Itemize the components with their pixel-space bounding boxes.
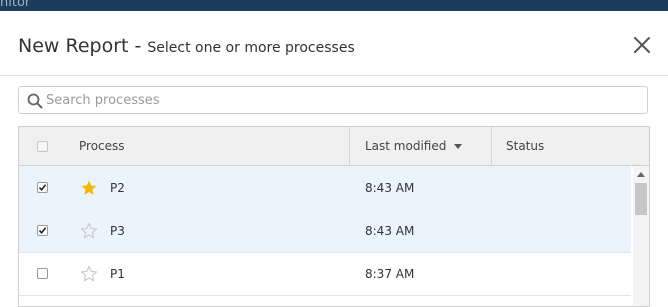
last-modified: 8:43 AM xyxy=(365,181,415,195)
search-icon xyxy=(27,93,43,109)
column-header-status[interactable]: Status xyxy=(506,139,544,153)
row-checkbox[interactable] xyxy=(37,182,48,193)
dialog-title-separator: - xyxy=(128,35,148,57)
dialog-subtitle: Select one or more processes xyxy=(147,40,355,56)
star-outline-icon[interactable] xyxy=(80,265,98,283)
close-icon xyxy=(634,37,650,53)
app-title-fragment: nitor xyxy=(0,0,31,10)
row-checkbox[interactable] xyxy=(37,225,48,236)
last-modified: 8:43 AM xyxy=(365,224,415,238)
column-divider xyxy=(491,127,492,165)
column-divider xyxy=(349,127,350,165)
app-top-bar: nitor xyxy=(0,0,668,11)
star-outline-icon[interactable] xyxy=(80,222,98,240)
select-all-checkbox[interactable] xyxy=(37,141,48,152)
column-header-process[interactable]: Process xyxy=(79,139,125,153)
table-row[interactable]: P2 8:43 AM xyxy=(19,166,631,210)
dialog-header: New Report - Select one or more processe… xyxy=(0,11,668,76)
table-scrollbar[interactable] xyxy=(633,166,649,306)
sort-descending-icon xyxy=(454,143,463,149)
close-button[interactable] xyxy=(630,33,654,57)
last-modified: 8:37 AM xyxy=(365,267,415,281)
dialog-title-main: New Report xyxy=(18,35,129,57)
row-checkbox[interactable] xyxy=(37,268,48,279)
column-header-last-modified-label: Last modified xyxy=(365,139,447,153)
process-name: P2 xyxy=(110,181,125,195)
new-report-dialog: New Report - Select one or more processe… xyxy=(0,11,668,307)
table-row[interactable]: P1 8:37 AM xyxy=(19,252,631,296)
process-name: P3 xyxy=(110,224,125,238)
checkmark-icon xyxy=(38,227,47,235)
scroll-up-arrow-icon[interactable] xyxy=(637,172,645,178)
scrollbar-thumb[interactable] xyxy=(635,183,647,215)
dialog-title: New Report - Select one or more processe… xyxy=(18,35,355,57)
search-box[interactable] xyxy=(18,86,648,114)
star-filled-icon[interactable] xyxy=(80,179,98,197)
checkmark-icon xyxy=(38,184,47,192)
table-row[interactable]: P3 8:43 AM xyxy=(19,209,631,253)
process-name: P1 xyxy=(110,267,125,281)
process-table: Process Last modified Status P2 8:43 AM … xyxy=(18,126,650,307)
table-header: Process Last modified Status xyxy=(19,127,649,166)
search-input[interactable] xyxy=(46,90,636,110)
column-header-last-modified[interactable]: Last modified xyxy=(365,139,463,153)
